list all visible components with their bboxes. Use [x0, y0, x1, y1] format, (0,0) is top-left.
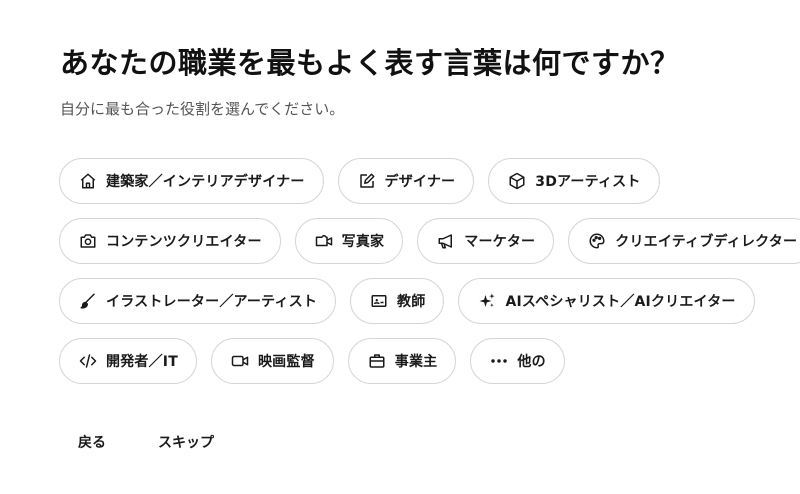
option-label: 建築家／インテリアデザイナー — [106, 174, 305, 190]
options-row-3: イラストレーター／アーティスト 教師 AIスペシャリスト／AIクリエイター — [59, 278, 779, 324]
briefcase-icon — [368, 352, 386, 370]
option-photographer[interactable]: 写真家 — [294, 218, 404, 264]
option-label: コンテンツクリエイター — [106, 234, 262, 250]
option-label: 3Dアーティスト — [535, 174, 641, 190]
pen-square-icon — [358, 172, 376, 190]
home-icon — [79, 172, 97, 190]
option-label: AIスペシャリスト／AIクリエイター — [505, 294, 736, 310]
sparkles-icon — [478, 292, 496, 310]
option-label: 他の — [517, 354, 546, 370]
code-icon — [79, 352, 97, 370]
option-3d-artist[interactable]: 3Dアーティスト — [488, 158, 660, 204]
option-developer-it[interactable]: 開発者／IT — [59, 338, 197, 384]
option-illustrator-artist[interactable]: イラストレーター／アーティスト — [59, 278, 337, 324]
option-film-director[interactable]: 映画監督 — [210, 338, 334, 384]
option-business-owner[interactable]: 事業主 — [347, 338, 457, 384]
option-content-creator[interactable]: コンテンツクリエイター — [59, 218, 281, 264]
page-subtitle: 自分に最も合った役割を選んでください。 — [60, 100, 345, 118]
palette-icon — [588, 232, 606, 250]
option-ai-specialist-creator[interactable]: AIスペシャリスト／AIクリエイター — [458, 278, 755, 324]
option-label: イラストレーター／アーティスト — [106, 294, 318, 310]
cube-icon — [508, 172, 526, 190]
option-label: 教師 — [397, 294, 426, 310]
option-designer[interactable]: デザイナー — [337, 158, 475, 204]
option-marketer[interactable]: マーケター — [417, 218, 555, 264]
option-label: 事業主 — [394, 354, 438, 370]
brush-icon — [79, 292, 97, 310]
option-teacher[interactable]: 教師 — [350, 278, 445, 324]
options-row-2: コンテンツクリエイター 写真家 マーケター クリエイティブディレクター — [59, 218, 800, 264]
option-creative-director[interactable]: クリエイティブディレクター — [568, 218, 800, 264]
option-other[interactable]: 他の — [470, 338, 565, 384]
back-button[interactable]: 戻る — [60, 428, 124, 456]
video-camera-icon — [315, 232, 333, 250]
more-dots-icon — [490, 352, 508, 370]
camera-icon — [79, 232, 97, 250]
megaphone-icon — [437, 232, 455, 250]
options-row-1: 建築家／インテリアデザイナー デザイナー 3Dアーティスト — [59, 158, 779, 204]
page-title: あなたの職業を最もよく表す言葉は何ですか？ — [60, 46, 680, 80]
occupation-options: 建築家／インテリアデザイナー デザイナー 3Dアーティスト コンテンツクリエイタ… — [59, 158, 800, 398]
footer-actions: 戻る スキップ — [60, 428, 232, 456]
option-architect-interior-designer[interactable]: 建築家／インテリアデザイナー — [59, 158, 324, 204]
option-label: 映画監督 — [257, 354, 315, 370]
option-label: 開発者／IT — [106, 354, 178, 370]
option-label: クリエイティブディレクター — [615, 234, 798, 250]
skip-button[interactable]: スキップ — [140, 428, 232, 456]
option-label: デザイナー — [384, 174, 456, 190]
option-label: 写真家 — [341, 234, 385, 250]
options-row-4: 開発者／IT 映画監督 事業主 他の — [59, 338, 779, 384]
presentation-board-icon — [370, 292, 388, 310]
option-label: マーケター — [464, 234, 536, 250]
film-camera-icon — [231, 352, 249, 370]
